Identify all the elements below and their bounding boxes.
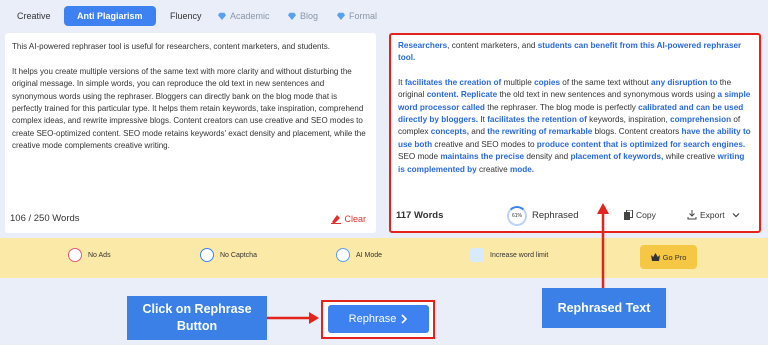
tab-anti-plagiarism[interactable]: Anti Plagiarism (64, 6, 156, 26)
export-label: Export (700, 210, 725, 220)
changed-text-segment: copies (534, 77, 561, 87)
copy-icon (624, 210, 633, 220)
annotation-rephrased-callout: Rephrased Text (542, 288, 666, 328)
feature-ai-mode: AI Mode (336, 248, 382, 262)
diamond-icon (218, 12, 226, 20)
tab-formal-label: Formal (349, 11, 378, 21)
changed-text-segment: maintains the precise (440, 152, 525, 162)
changed-text-segment: the rewriting of remarkable (487, 127, 593, 137)
changed-text-segment: facilitates the creation of (404, 77, 502, 87)
unchanged-text-segment: keywords, inspiration, (586, 115, 671, 125)
crown-icon (650, 253, 660, 261)
arrow-right-icon (267, 312, 319, 324)
arrow-up-icon (597, 203, 609, 288)
changed-text-segment: mode. (509, 164, 535, 174)
rephrase-button[interactable]: Rephrase (328, 305, 429, 333)
annotation-rephrase-callout: Click on Rephrase Button (127, 296, 267, 340)
tab-academic-label: Academic (230, 11, 270, 21)
output-panel: Researchers, content marketers, and stud… (389, 33, 761, 233)
no-ads-icon (68, 248, 82, 262)
word-limit-icon (470, 248, 484, 262)
eraser-icon (331, 215, 342, 224)
tab-formal[interactable]: Formal (337, 6, 377, 26)
output-word-count: 117 Words (396, 210, 444, 221)
tab-blog-label: Blog (300, 11, 319, 21)
unchanged-text-segment: multiple (501, 77, 535, 87)
input-panel: This AI-powered rephraser tool is useful… (5, 33, 376, 233)
input-textarea[interactable]: This AI-powered rephraser tool is useful… (12, 41, 369, 153)
chevron-right-icon (401, 314, 408, 324)
diamond-icon (288, 12, 296, 20)
unchanged-text-segment: the rephraser. The blog mode is perfectl… (484, 102, 639, 112)
unchanged-text-segment: , content marketers, and (447, 41, 538, 50)
feature-no-captcha: No Captcha (200, 248, 257, 262)
unchanged-text-segment: the old text in new sentences and synony… (497, 90, 718, 100)
unchanged-text-segment: It (398, 77, 405, 87)
changed-text-segment: both (414, 139, 433, 149)
copy-label: Copy (636, 210, 656, 220)
output-footer: 117 Words 61% Rephrased Copy Export (391, 206, 759, 226)
chevron-down-icon (732, 213, 740, 218)
rephrase-percent-ring: 61% (507, 206, 527, 226)
feature-word-limit: Increase word limit (470, 248, 548, 262)
tab-fluency-label: Fluency (170, 11, 202, 21)
unchanged-text-segment: creative and SEO modes to (432, 139, 537, 149)
mode-tabs: Creative Anti Plagiarism Fluency Academi… (0, 0, 768, 33)
unchanged-text-segment: while creative (663, 152, 718, 162)
premium-features-bar: No Ads No Captcha AI Mode Increase word … (0, 238, 768, 278)
tab-anti-plagiarism-label: Anti Plagiarism (77, 11, 143, 21)
feature-label: AI Mode (356, 251, 383, 259)
rephrased-output: Researchers, content marketers, and stud… (398, 40, 753, 188)
captcha-icon (200, 248, 214, 262)
unchanged-text-segment: SEO mode (398, 152, 441, 162)
tab-fluency[interactable]: Fluency (170, 6, 202, 26)
ai-icon (336, 248, 350, 262)
tab-blog[interactable]: Blog (288, 6, 318, 26)
tab-academic[interactable]: Academic (218, 6, 270, 26)
unchanged-text-segment: and (469, 127, 488, 137)
changed-text-segment: Researchers (398, 41, 448, 50)
unchanged-text-segment: of the same text without (560, 77, 652, 87)
feature-no-ads: No Ads (68, 248, 111, 262)
changed-text-segment: produce content that is optimized for se… (536, 139, 746, 149)
input-word-count: 106 / 250 Words (10, 213, 80, 224)
tab-creative-label: Creative (17, 11, 51, 21)
go-pro-button[interactable]: Go Pro (640, 245, 697, 269)
changed-text-segment: any disruption to (651, 77, 718, 87)
feature-label: No Ads (88, 251, 111, 259)
unchanged-text-segment: blogs. Content creators (592, 127, 682, 137)
go-pro-label: Go Pro (662, 252, 687, 262)
output-paragraph-2: It facilitates the creation of multiple … (398, 77, 753, 176)
feature-label: No Captcha (220, 251, 257, 259)
changed-text-segment: concepts, (430, 127, 469, 137)
output-paragraph-1: Researchers, content marketers, and stud… (398, 40, 753, 65)
diamond-icon (337, 12, 345, 20)
changed-text-segment: Replicate (460, 90, 498, 100)
unchanged-text-segment: creative (476, 164, 510, 174)
unchanged-text-segment: It (478, 115, 488, 125)
clear-label: Clear (344, 214, 366, 224)
clear-button[interactable]: Clear (331, 214, 366, 224)
rephrase-label: Rephrase (348, 313, 397, 325)
changed-text-segment: placement of keywords, (570, 152, 664, 162)
changed-text-segment: comprehension (670, 115, 732, 125)
export-button[interactable]: Export (687, 210, 740, 220)
feature-label: Increase word limit (490, 251, 549, 259)
tab-creative[interactable]: Creative (17, 6, 51, 26)
changed-text-segment: facilitates the retention of (487, 115, 587, 125)
changed-text-segment: content. (426, 90, 459, 100)
unchanged-text-segment: density and (524, 152, 571, 162)
copy-button[interactable]: Copy (624, 210, 656, 220)
download-icon (687, 210, 697, 220)
rephrased-label: Rephrased (532, 210, 579, 221)
